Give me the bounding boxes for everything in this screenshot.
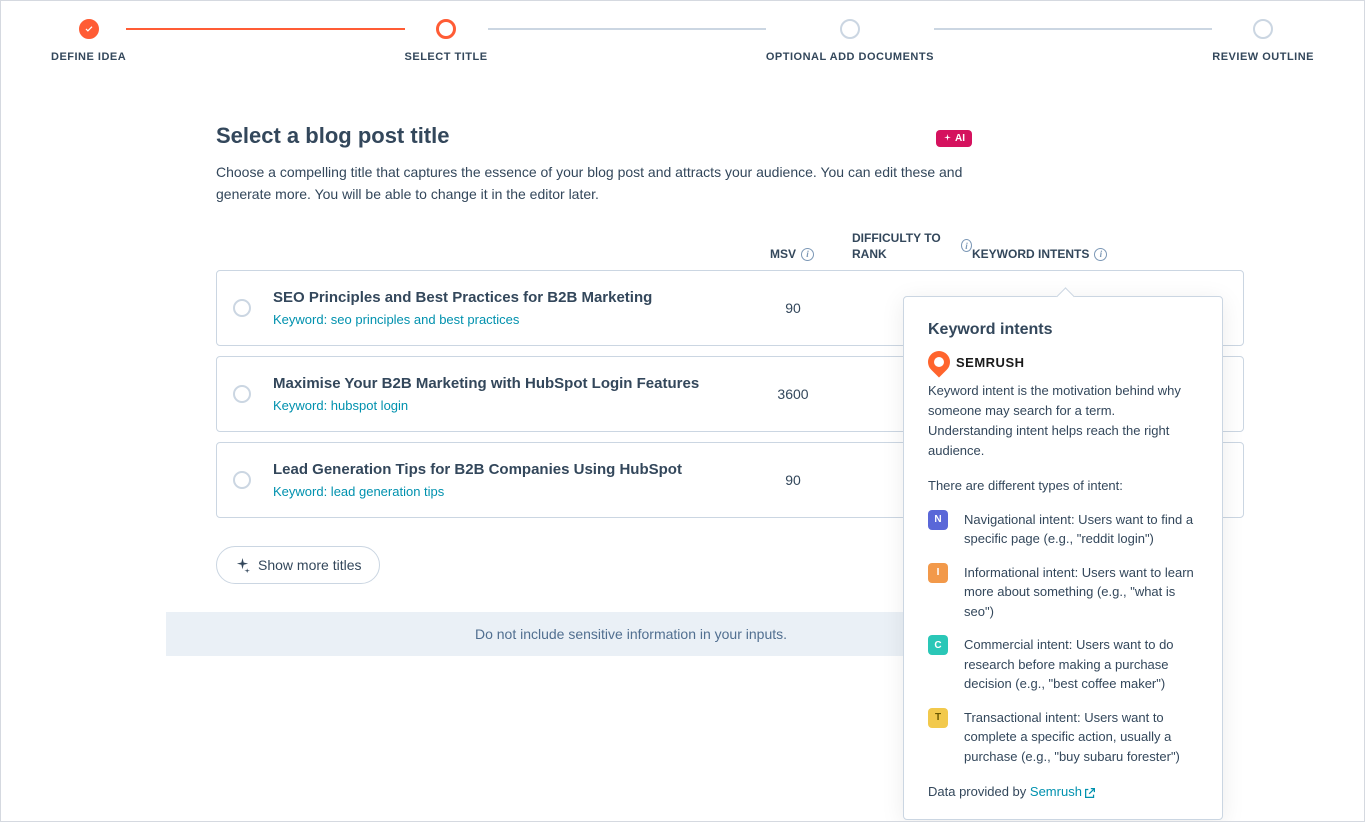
popover-footer: Data provided by Semrush	[928, 784, 1198, 799]
keyword-intents-popover: Keyword intents SEMRUSH Keyword intent i…	[903, 296, 1223, 820]
col-intents-label: KEYWORD INTENTS	[972, 246, 1089, 262]
row-title: Maximise Your B2B Marketing with HubSpot…	[273, 375, 733, 392]
intent-chip: I	[928, 563, 948, 583]
sparkle-icon	[235, 558, 250, 573]
row-title: Lead Generation Tips for B2B Companies U…	[273, 461, 733, 478]
progress-stepper: DEFINE IDEA SELECT TITLE OPTIONAL ADD DO…	[1, 1, 1364, 63]
row-keyword: Keyword: seo principles and best practic…	[273, 312, 733, 327]
check-icon	[79, 19, 99, 39]
sparkle-icon	[943, 134, 952, 143]
row-keyword: Keyword: hubspot login	[273, 398, 733, 413]
step-label: REVIEW OUTLINE	[1212, 51, 1314, 63]
page-title: Select a blog post title	[216, 123, 449, 149]
popover-types-intro: There are different types of intent:	[928, 476, 1198, 496]
intent-item-transactional: T Transactional intent: Users want to co…	[928, 708, 1198, 767]
step-review-outline[interactable]: REVIEW OUTLINE	[1212, 19, 1314, 63]
popover-description: Keyword intent is the motivation behind …	[928, 381, 1198, 462]
semrush-logo: SEMRUSH	[928, 351, 1198, 373]
col-msv: MSV i	[732, 246, 852, 262]
intent-item-informational: I Informational intent: Users want to le…	[928, 563, 1198, 622]
row-msv: 3600	[733, 386, 853, 402]
step-circle	[840, 19, 860, 39]
semrush-brand-text: SEMRUSH	[956, 355, 1025, 370]
intent-text: Navigational intent: Users want to find …	[964, 510, 1198, 549]
table-header: MSV i DIFFICULTY TO RANK i KEYWORD INTEN…	[216, 230, 1244, 270]
external-link-icon	[1085, 788, 1095, 798]
intent-chip: T	[928, 708, 948, 728]
col-difficulty-label: DIFFICULTY TO RANK	[852, 230, 956, 262]
stepper-bar	[488, 28, 766, 30]
footer-prefix: Data provided by	[928, 784, 1030, 799]
radio-input[interactable]	[233, 299, 251, 317]
step-circle	[436, 19, 456, 39]
row-keyword: Keyword: lead generation tips	[273, 484, 733, 499]
step-define-idea[interactable]: DEFINE IDEA	[51, 19, 126, 63]
step-label: OPTIONAL ADD DOCUMENTS	[766, 51, 934, 63]
intent-chip: C	[928, 635, 948, 655]
col-difficulty: DIFFICULTY TO RANK i	[852, 230, 972, 262]
intent-list: N Navigational intent: Users want to fin…	[928, 510, 1198, 767]
step-add-documents[interactable]: OPTIONAL ADD DOCUMENTS	[766, 19, 934, 63]
intent-text: Transactional intent: Users want to comp…	[964, 708, 1198, 767]
stepper-bar	[934, 28, 1212, 30]
popover-title: Keyword intents	[928, 321, 1198, 339]
radio-input[interactable]	[233, 385, 251, 403]
radio-input[interactable]	[233, 471, 251, 489]
row-title: SEO Principles and Best Practices for B2…	[273, 289, 733, 306]
info-icon[interactable]: i	[1094, 248, 1107, 261]
row-msv: 90	[733, 472, 853, 488]
info-icon[interactable]: i	[961, 239, 972, 252]
semrush-link-text: Semrush	[1030, 784, 1082, 799]
step-select-title[interactable]: SELECT TITLE	[405, 19, 488, 63]
row-msv: 90	[733, 300, 853, 316]
page-subtitle: Choose a compelling title that captures …	[216, 161, 1016, 206]
col-msv-label: MSV	[770, 246, 796, 262]
intent-text: Commercial intent: Users want to do rese…	[964, 635, 1198, 694]
stepper-bar	[126, 28, 404, 30]
show-more-label: Show more titles	[258, 557, 361, 573]
show-more-button[interactable]: Show more titles	[216, 546, 380, 584]
intent-item-commercial: C Commercial intent: Users want to do re…	[928, 635, 1198, 694]
step-circle	[1253, 19, 1273, 39]
ai-badge-text: AI	[955, 133, 965, 144]
step-label: SELECT TITLE	[405, 51, 488, 63]
info-icon[interactable]: i	[801, 248, 814, 261]
semrush-swirl-icon	[923, 346, 954, 377]
step-label: DEFINE IDEA	[51, 51, 126, 63]
semrush-link[interactable]: Semrush	[1030, 784, 1095, 799]
intent-chip: N	[928, 510, 948, 530]
col-intents: KEYWORD INTENTS i	[972, 246, 1112, 262]
ai-badge: AI	[936, 130, 972, 147]
intent-item-navigational: N Navigational intent: Users want to fin…	[928, 510, 1198, 549]
intent-text: Informational intent: Users want to lear…	[964, 563, 1198, 622]
